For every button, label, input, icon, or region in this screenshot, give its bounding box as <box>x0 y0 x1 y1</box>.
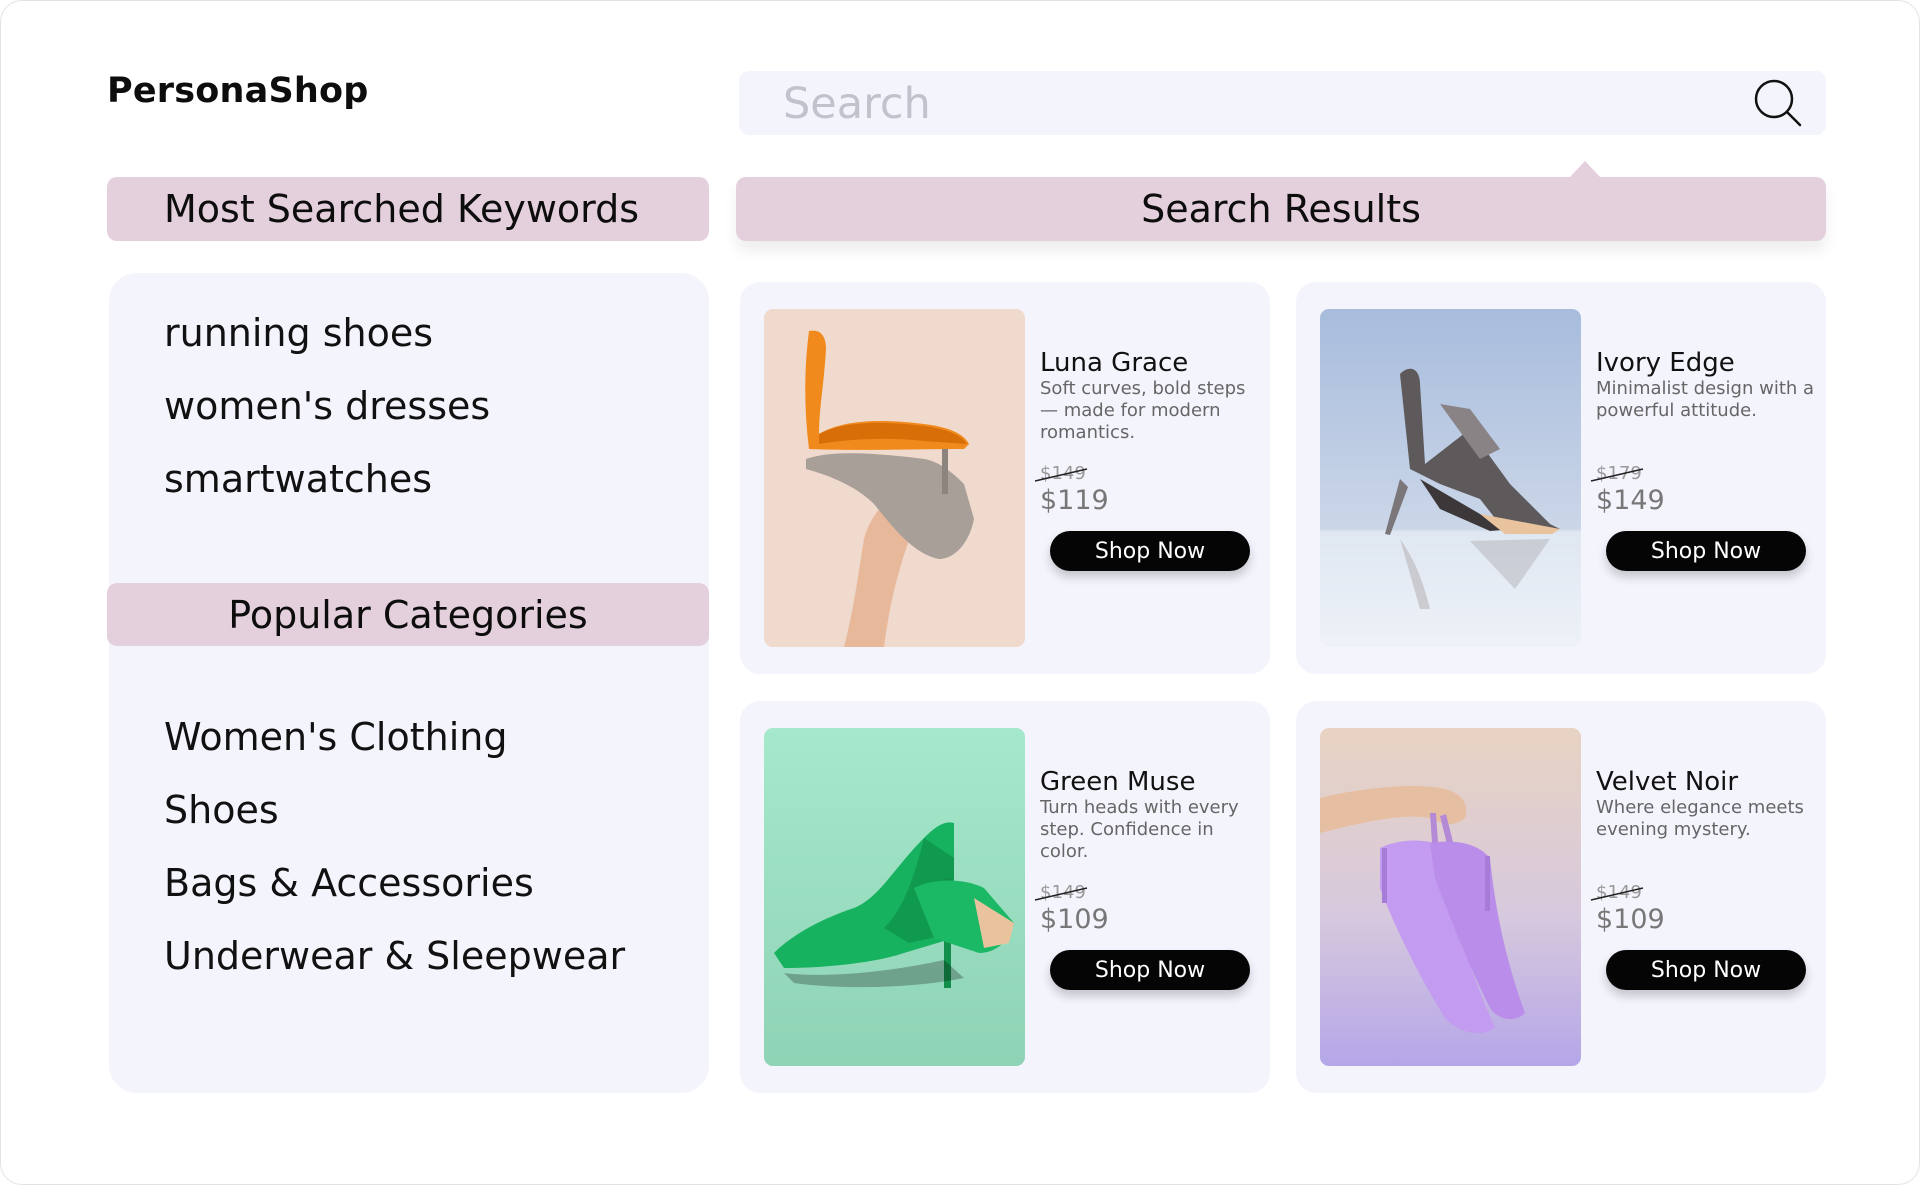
strappy-sandal-photo[interactable] <box>1320 309 1581 647</box>
sale-price: $109 <box>1040 904 1109 935</box>
product-name[interactable]: Green Muse <box>1040 767 1195 797</box>
strikethrough-mark <box>1590 468 1644 482</box>
search-icon[interactable] <box>1752 77 1806 131</box>
category-item[interactable]: Women's Clothing <box>164 715 625 788</box>
keyword-item[interactable]: smartwatches <box>164 457 490 530</box>
category-list: Women's Clothing Shoes Bags & Accessorie… <box>164 715 625 1007</box>
product-card[interactable]: Ivory Edge Minimalist design with a powe… <box>1296 282 1826 674</box>
sale-price: $149 <box>1596 485 1665 516</box>
sale-price: $109 <box>1596 904 1665 935</box>
product-description: Where elegance meets evening mystery. <box>1596 797 1804 840</box>
brand-logo[interactable]: PersonaShop <box>107 71 369 111</box>
keyword-item[interactable]: running shoes <box>164 311 490 384</box>
category-item[interactable]: Shoes <box>164 788 625 861</box>
strikethrough-mark <box>1034 468 1088 482</box>
search-bar[interactable]: Search <box>739 71 1826 135</box>
product-name[interactable]: Ivory Edge <box>1596 348 1735 378</box>
category-item[interactable]: Underwear & Sleepwear <box>164 934 625 1007</box>
results-header: Search Results <box>736 177 1826 241</box>
lilac-slingback-photo[interactable] <box>1320 728 1581 1066</box>
keyword-item[interactable]: women's dresses <box>164 384 490 457</box>
keywords-header: Most Searched Keywords <box>107 177 709 241</box>
orange-heel-photo[interactable] <box>764 309 1025 647</box>
search-input[interactable]: Search <box>783 79 931 129</box>
product-description: Minimalist design with a powerful attitu… <box>1596 378 1815 421</box>
results-pointer <box>1569 161 1601 178</box>
shop-now-button[interactable]: Shop Now <box>1606 950 1806 990</box>
strikethrough-mark <box>1034 887 1088 901</box>
product-name[interactable]: Luna Grace <box>1040 348 1188 378</box>
shop-now-button[interactable]: Shop Now <box>1606 531 1806 571</box>
shop-now-button[interactable]: Shop Now <box>1050 950 1250 990</box>
product-description: Turn heads with every step. Confidence i… <box>1040 797 1239 862</box>
product-card[interactable]: Velvet Noir Where elegance meets evening… <box>1296 701 1826 1093</box>
category-item[interactable]: Bags & Accessories <box>164 861 625 934</box>
product-card[interactable]: Green Muse Turn heads with every step. C… <box>740 701 1270 1093</box>
strikethrough-mark <box>1590 887 1644 901</box>
sale-price: $119 <box>1040 485 1109 516</box>
categories-header: Popular Categories <box>107 583 709 646</box>
product-card[interactable]: Luna Grace Soft curves, bold steps — mad… <box>740 282 1270 674</box>
green-pumps-photo[interactable] <box>764 728 1025 1066</box>
app-window: PersonaShop Search Most Searched Keyword… <box>0 0 1920 1185</box>
product-name[interactable]: Velvet Noir <box>1596 767 1738 797</box>
product-description: Soft curves, bold steps — made for moder… <box>1040 378 1246 443</box>
keyword-list: running shoes women's dresses smartwatch… <box>164 311 490 530</box>
shop-now-button[interactable]: Shop Now <box>1050 531 1250 571</box>
